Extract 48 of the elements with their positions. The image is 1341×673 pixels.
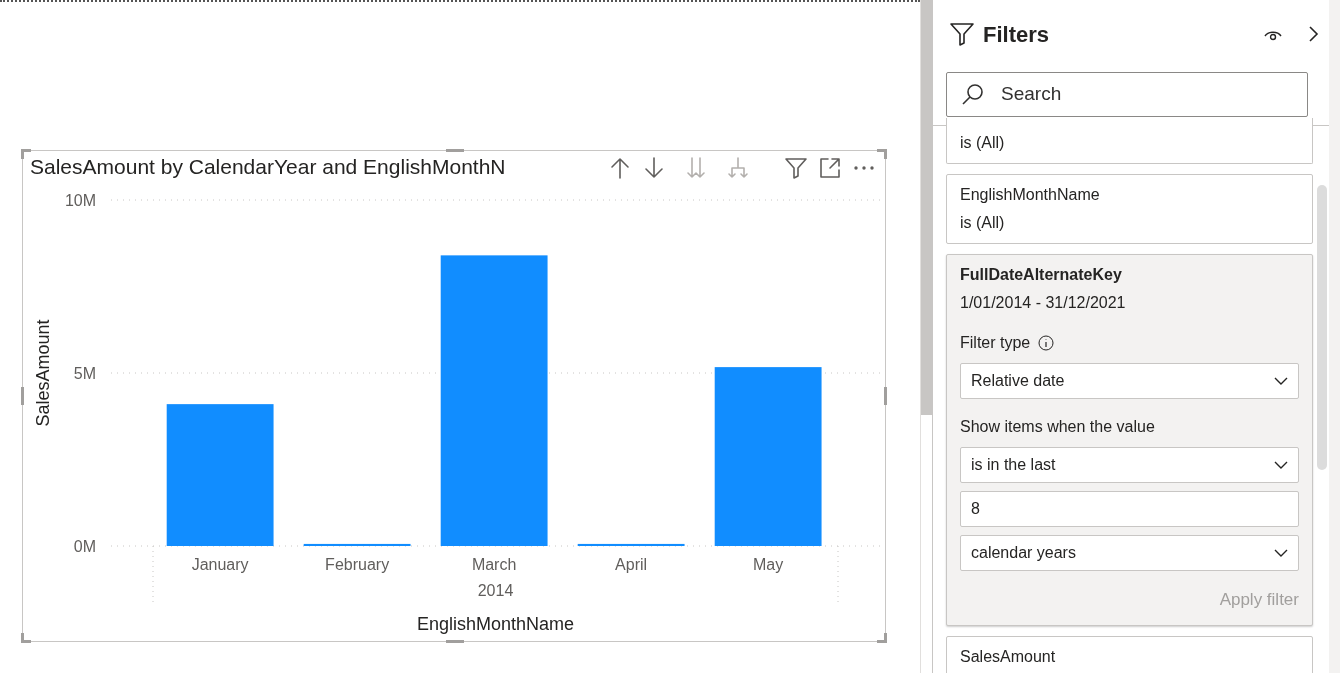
y-tick-label: 10M — [64, 192, 96, 209]
x-group-label: 2014 — [477, 582, 514, 599]
chart-title: SalesAmount by CalendarYear and EnglishMonthN — [29, 154, 506, 180]
dropdown[interactable]: is in the last — [960, 447, 1299, 483]
x-tick-label: April — [615, 556, 648, 573]
filter-icon[interactable] — [783, 155, 809, 181]
filter-condition: 1/01/2014 - 31/12/2021 — [960, 293, 1127, 313]
x-axis-title: EnglishMonthName — [416, 614, 575, 634]
filter-card[interactable]: SalesAmount — [946, 635, 1313, 673]
filter-card[interactable]: is (All) — [946, 118, 1313, 164]
field-label: Show items when the value — [960, 417, 1156, 437]
bar[interactable] — [577, 543, 685, 546]
x-tick-label: May — [753, 556, 784, 573]
x-tick-label: February — [325, 556, 390, 573]
y-tick-label: 0M — [73, 538, 96, 555]
filter-condition: is (All) — [960, 133, 1006, 153]
y-axis-title: SalesAmount — [33, 319, 53, 427]
focus-mode-icon[interactable] — [817, 155, 843, 181]
filter-icon — [949, 21, 975, 47]
scrollbar-thumb[interactable] — [921, 0, 932, 415]
info-icon[interactable] — [1038, 335, 1055, 351]
chevron-down-icon — [1274, 377, 1288, 385]
number-input-field[interactable]: 8 — [960, 491, 1299, 527]
filter-field-name: SalesAmount — [960, 646, 1057, 667]
bar[interactable] — [303, 543, 411, 546]
pane-title: Filters — [983, 20, 1050, 49]
field-label: Filter type — [960, 333, 1031, 353]
resize-handle[interactable] — [446, 149, 464, 152]
filter-condition: is (All) — [960, 213, 1006, 233]
bar[interactable] — [440, 255, 548, 546]
filter-field-name: FullDateAlternateKey — [960, 265, 1123, 285]
search-icon — [961, 82, 985, 107]
dropdown[interactable]: Relative date — [960, 363, 1299, 399]
chevron-right-icon[interactable] — [1307, 25, 1319, 43]
scrollbar-thumb[interactable] — [1317, 185, 1327, 470]
dropdown[interactable]: calendar years — [960, 535, 1299, 571]
search-field[interactable]: Search — [946, 72, 1308, 117]
filter-field-name: EnglishMonthName — [960, 185, 1101, 205]
resize-handle[interactable] — [884, 387, 887, 405]
chevron-down-icon — [1274, 549, 1288, 557]
x-tick-label: January — [191, 556, 249, 573]
fork-down-arrow-icon[interactable] — [725, 155, 751, 181]
y-tick-label: 5M — [73, 365, 96, 382]
resize-handle[interactable] — [446, 640, 464, 643]
chevron-down-icon — [1274, 461, 1288, 469]
filter-card[interactable]: EnglishMonthName is (All) — [946, 174, 1313, 244]
x-tick-label: March — [471, 556, 517, 573]
resize-handle[interactable] — [21, 387, 24, 405]
